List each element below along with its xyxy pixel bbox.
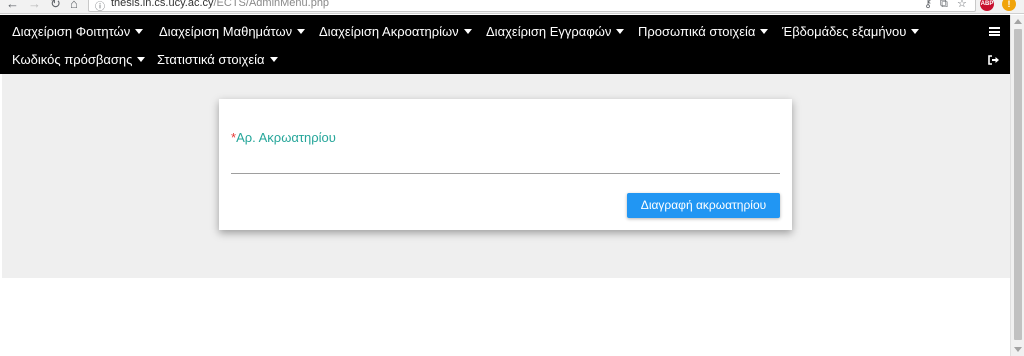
translate-icon[interactable]: ⧉: [940, 0, 948, 11]
scrollbar-thumb[interactable]: [1014, 29, 1022, 340]
reload-icon[interactable]: ↻: [50, 0, 61, 11]
caret-down-icon: [911, 29, 920, 34]
scroll-up-arrow-icon[interactable]: [1014, 19, 1022, 24]
forward-arrow-icon[interactable]: →: [28, 0, 41, 11]
caret-down-icon: [616, 29, 625, 34]
adblock-icon[interactable]: ABP: [980, 0, 994, 11]
caret-down-icon: [137, 57, 146, 62]
caret-down-icon: [760, 29, 769, 34]
browser-toolbar: ← → ↻ ⌂ ⓘ thesis.in.cs.ucy.ac.cy/ECTS/Ad…: [0, 0, 1024, 14]
caret-down-icon: [297, 29, 306, 34]
nav-students-management[interactable]: Διαχείριση Φοιτητών: [12, 17, 144, 46]
logout-icon[interactable]: [988, 55, 1000, 65]
nav-enrollments-management[interactable]: Διαχείριση Εγγραφών: [486, 17, 625, 46]
main-navbar: Διαχείριση Φοιτητών Διαχείριση Μαθημάτων…: [0, 15, 1010, 74]
bookmark-star-icon[interactable]: ☆: [957, 0, 967, 11]
delete-auditorium-button[interactable]: Διαγραφή ακρωατηρίου: [627, 193, 780, 218]
delete-auditorium-form: *Αρ. Ακρωατηρίου Διαγραφή ακρωατηρίου: [219, 99, 792, 230]
key-icon[interactable]: ⚷: [924, 0, 932, 11]
home-icon[interactable]: ⌂: [70, 0, 78, 11]
scroll-down-arrow-icon[interactable]: [1014, 347, 1022, 352]
nav-statistics[interactable]: Στατιστικά στοιχεία: [157, 45, 278, 74]
hamburger-menu-icon[interactable]: [989, 27, 1000, 36]
nav-courses-management[interactable]: Διαχείριση Μαθημάτων: [159, 17, 306, 46]
auditorium-number-label: *Αρ. Ακρωατηρίου: [231, 130, 336, 145]
nav-personal-info[interactable]: Προσωπικά στοιχεία: [638, 17, 769, 46]
nav-auditoriums-management[interactable]: Διαχείριση Ακροατηρίων: [319, 17, 472, 46]
nav-semester-weeks[interactable]: Έβδομάδες εξαμήνου: [782, 17, 920, 46]
navbar-row-1: Διαχείριση Φοιτητών Διαχείριση Μαθημάτων…: [0, 17, 1010, 46]
page-scrollbar[interactable]: [1010, 15, 1024, 356]
info-icon[interactable]: ⓘ: [95, 0, 105, 13]
caret-down-icon: [269, 57, 278, 62]
navbar-row-2: Κωδικός πρόσβασης Στατιστικά στοιχεία: [0, 45, 1010, 74]
caret-down-icon: [135, 29, 144, 34]
caret-down-icon: [463, 29, 472, 34]
alert-icon[interactable]: !: [1002, 0, 1016, 11]
auditorium-number-input[interactable]: [231, 151, 780, 174]
url-text: thesis.in.cs.ucy.ac.cy/ECTS/AdminMenu.ph…: [111, 0, 330, 9]
address-bar[interactable]: ⓘ thesis.in.cs.ucy.ac.cy/ECTS/AdminMenu.…: [88, 0, 976, 13]
back-arrow-icon[interactable]: ←: [6, 0, 19, 11]
nav-password[interactable]: Κωδικός πρόσβασης: [12, 45, 146, 74]
